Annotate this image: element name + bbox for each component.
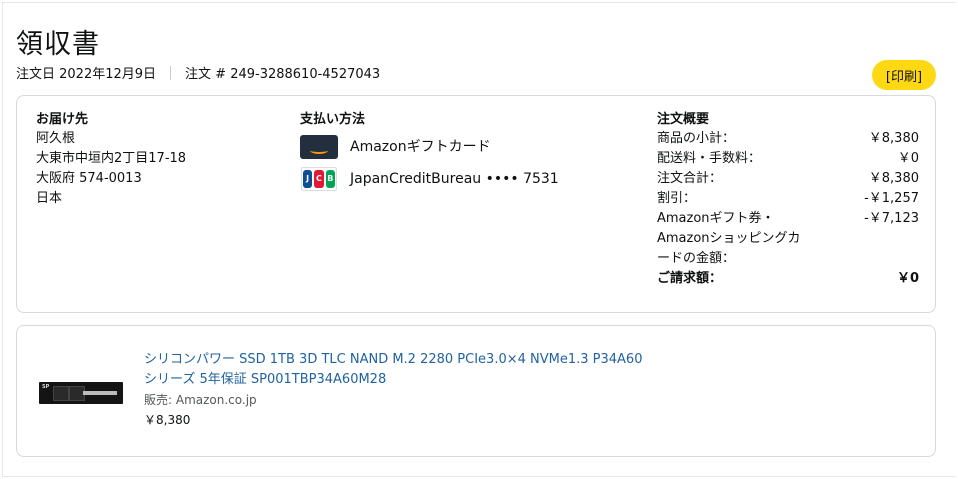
summary-label: 配送料・手数料：: [657, 151, 762, 166]
address-country: 日本: [36, 191, 63, 206]
payment-method-gift: Amazonギフトカード: [300, 133, 559, 161]
summary-value: -￥7,123: [864, 211, 919, 226]
summary-value: ￥0: [897, 151, 919, 166]
summary-value: ￥8,380: [868, 171, 919, 186]
summary-row: 配送料・手数料： ￥0: [657, 149, 919, 169]
summary-value: ￥8,380: [868, 131, 919, 146]
summary-heading: 注文概要: [657, 112, 710, 127]
payment-methods: 支払い方法 Amazonギフトカード JCB JapanCreditBureau…: [300, 111, 559, 193]
payment-method-label: Amazonギフトカード: [350, 139, 491, 155]
meta-divider: [170, 65, 172, 80]
product-info: シリコンパワー SSD 1TB 3D TLC NAND M.2 2280 PCI…: [144, 350, 644, 430]
summary-label: 注文合計：: [657, 171, 723, 186]
page-title: 領収書: [16, 29, 100, 60]
product-seller: 販売: Amazon.co.jp: [144, 393, 257, 407]
payment-method-label: JapanCreditBureau •••• 7531: [350, 171, 559, 187]
payment-heading: 支払い方法: [300, 112, 366, 127]
summary-row: 注文合計： ￥8,380: [657, 169, 919, 189]
order-meta: 注文日 2022年12月9日 注文 # 249-3288610-4527043: [16, 63, 380, 82]
order-details-box: お届け先 阿久根 大東市中垣内2丁目17-18 大阪府 574-0013 日本 …: [16, 95, 936, 313]
summary-row: 割引： -￥1,257: [657, 189, 919, 209]
summary-label: ご請求額：: [657, 271, 723, 286]
recipient-name: 阿久根: [36, 131, 76, 146]
amazon-gift-card-icon: [300, 135, 338, 159]
print-button[interactable]: [印刷]: [872, 60, 936, 90]
order-date: 注文日 2022年12月9日: [16, 67, 157, 82]
summary-row: Amazonギフト券・Amazonショッピングカードの金額： -￥7,123: [657, 209, 919, 269]
product-image-logo: SP: [42, 384, 50, 390]
summary-value: ￥0: [896, 271, 919, 286]
product-price: ￥8,380: [144, 413, 191, 427]
product-title-link[interactable]: シリコンパワー SSD 1TB 3D TLC NAND M.2 2280 PCI…: [144, 350, 644, 390]
summary-value: -￥1,257: [864, 191, 919, 206]
shipping-address: お届け先 阿久根 大東市中垣内2丁目17-18 大阪府 574-0013 日本: [36, 111, 186, 209]
order-summary: 注文概要 商品の小計： ￥8,380 配送料・手数料： ￥0 注文合計： ￥8,…: [657, 111, 919, 289]
summary-total-row: ご請求額： ￥0: [657, 269, 919, 289]
shipping-heading: お届け先: [36, 112, 89, 127]
summary-row: 商品の小計： ￥8,380: [657, 129, 919, 149]
order-item-box: SP シリコンパワー SSD 1TB 3D TLC NAND M.2 2280 …: [16, 325, 936, 457]
product-image[interactable]: SP: [39, 382, 123, 404]
address-line2: 大阪府 574-0013: [36, 171, 142, 186]
summary-label: Amazonギフト券・Amazonショッピングカードの金額：: [657, 211, 801, 266]
summary-label: 商品の小計：: [657, 131, 736, 146]
payment-method-jcb: JCB JapanCreditBureau •••• 7531: [300, 165, 559, 193]
summary-label: 割引：: [657, 191, 697, 206]
address-line1: 大東市中垣内2丁目17-18: [36, 151, 187, 166]
order-number: 注文 # 249-3288610-4527043: [185, 67, 381, 82]
jcb-card-icon: JCB: [300, 167, 338, 191]
